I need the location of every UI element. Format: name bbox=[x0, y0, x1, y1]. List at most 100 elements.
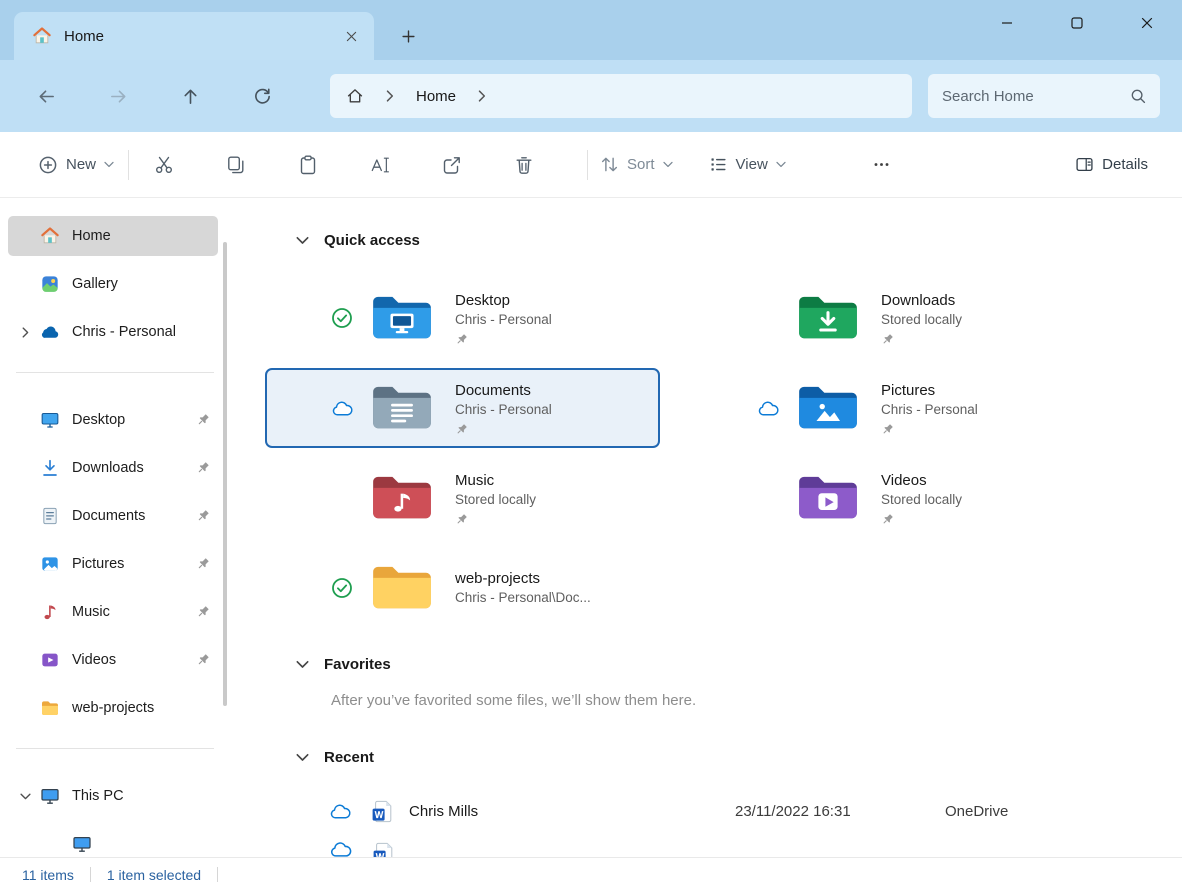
search-box[interactable]: Search Home bbox=[928, 74, 1160, 118]
details-button-label: Details bbox=[1102, 156, 1148, 173]
sidebar-item-this-pc[interactable]: This PC bbox=[8, 776, 218, 816]
titlebar: Home bbox=[0, 0, 1182, 60]
home-icon bbox=[32, 26, 52, 46]
file-tile-videos[interactable]: Videos Stored locally bbox=[691, 458, 1086, 538]
details-button[interactable]: Details bbox=[1075, 155, 1148, 174]
paste-button[interactable] bbox=[285, 142, 331, 188]
file-tile-downloads[interactable]: Downloads Stored locally bbox=[691, 278, 1086, 358]
section-quick-access: Quick access Desktop Chris - Personal bbox=[230, 226, 1182, 628]
pin-icon bbox=[196, 509, 210, 523]
file-tile-pictures[interactable]: Pictures Chris - Personal bbox=[691, 368, 1086, 448]
view-button[interactable]: View bbox=[709, 155, 786, 174]
sidebar-item-web-projects[interactable]: web-projects bbox=[8, 688, 218, 728]
cloud-status-icon bbox=[757, 397, 779, 419]
favorites-header[interactable]: Favorites bbox=[296, 650, 1182, 678]
sidebar-item-videos[interactable]: Videos bbox=[8, 640, 218, 680]
videos-icon bbox=[40, 650, 60, 670]
chevron-down-icon bbox=[296, 660, 309, 669]
back-button[interactable] bbox=[24, 74, 68, 118]
pin-icon bbox=[196, 653, 210, 667]
new-tab-button[interactable] bbox=[394, 22, 422, 50]
sidebar-item-downloads[interactable]: Downloads bbox=[8, 448, 218, 488]
window-body: Home Gallery Chris - Personal Desktop bbox=[0, 198, 1182, 857]
sidebar-item-music[interactable]: Music bbox=[8, 592, 218, 632]
up-button[interactable] bbox=[168, 74, 212, 118]
chevron-right-icon bbox=[386, 90, 394, 102]
status-placeholder bbox=[757, 487, 779, 509]
file-name: Desktop bbox=[455, 291, 552, 310]
toolbar-divider bbox=[587, 150, 588, 180]
trash-icon bbox=[514, 155, 534, 175]
file-name: web-projects bbox=[455, 569, 591, 588]
details-pane-icon bbox=[1075, 155, 1094, 174]
file-name: Pictures bbox=[881, 381, 978, 400]
copy-button[interactable] bbox=[213, 142, 259, 188]
file-tile-music[interactable]: Music Stored locally bbox=[265, 458, 660, 538]
cloud-status-icon bbox=[331, 397, 353, 419]
item-count: 11 items bbox=[22, 867, 74, 883]
chevron-right-icon[interactable] bbox=[10, 327, 40, 338]
rename-button[interactable] bbox=[357, 142, 403, 188]
status-placeholder bbox=[331, 487, 353, 509]
sidebar-item-onedrive-personal[interactable]: Chris - Personal bbox=[8, 312, 218, 352]
delete-button[interactable] bbox=[501, 142, 547, 188]
breadcrumb-segment-home[interactable]: Home bbox=[416, 88, 456, 105]
sidebar-item-desktop[interactable]: Desktop bbox=[8, 400, 218, 440]
recent-header[interactable]: Recent bbox=[296, 743, 1182, 771]
new-button[interactable]: New bbox=[38, 155, 114, 175]
sidebar-item-pictures[interactable]: Pictures bbox=[8, 544, 218, 584]
pin-icon bbox=[196, 557, 210, 571]
toolbar-divider bbox=[128, 150, 129, 180]
file-tile-desktop[interactable]: Desktop Chris - Personal bbox=[265, 278, 660, 358]
cut-button[interactable] bbox=[141, 142, 187, 188]
desktop-folder-icon bbox=[371, 293, 433, 343]
minimize-icon bbox=[1001, 17, 1013, 29]
sidebar-item-label: Desktop bbox=[72, 412, 196, 428]
maximize-icon bbox=[1071, 17, 1083, 29]
close-button[interactable] bbox=[1112, 0, 1182, 46]
view-icon bbox=[709, 155, 728, 174]
share-button[interactable] bbox=[429, 142, 475, 188]
tab-home[interactable]: Home bbox=[14, 12, 374, 60]
sidebar-scrollbar[interactable] bbox=[223, 242, 227, 706]
section-title: Quick access bbox=[324, 232, 420, 249]
file-tile-documents[interactable]: Documents Chris - Personal bbox=[265, 368, 660, 448]
sidebar-item-label: Music bbox=[72, 604, 196, 620]
more-options-button[interactable] bbox=[862, 145, 902, 185]
sidebar-item-partial[interactable] bbox=[40, 824, 218, 857]
folder-icon bbox=[40, 698, 60, 718]
pin-icon bbox=[455, 423, 468, 436]
chevron-down-icon bbox=[296, 753, 309, 762]
quick-access-header[interactable]: Quick access bbox=[296, 226, 1182, 254]
this-pc-icon bbox=[40, 786, 60, 806]
sync-complete-icon bbox=[331, 577, 353, 599]
refresh-button[interactable] bbox=[240, 74, 284, 118]
sidebar-item-home[interactable]: Home bbox=[8, 216, 218, 256]
forward-button[interactable] bbox=[96, 74, 140, 118]
sidebar-item-label: Chris - Personal bbox=[72, 324, 210, 340]
address-bar[interactable]: Home bbox=[330, 74, 912, 118]
file-tile-web-projects[interactable]: web-projects Chris - Personal\Doc... bbox=[265, 548, 660, 628]
recent-file-row-partial[interactable] bbox=[329, 841, 1182, 857]
pin-icon bbox=[455, 513, 468, 526]
sidebar-item-documents[interactable]: Documents bbox=[8, 496, 218, 536]
chevron-down-icon bbox=[663, 161, 673, 168]
file-subtitle: Chris - Personal bbox=[455, 401, 552, 419]
desktop-icon bbox=[40, 410, 60, 430]
window-controls bbox=[972, 0, 1182, 46]
sort-button-label: Sort bbox=[627, 156, 655, 173]
file-subtitle: Chris - Personal\Doc... bbox=[455, 589, 591, 607]
recent-file-row[interactable]: Chris Mills 23/11/2022 16:31 OneDrive bbox=[265, 787, 1182, 835]
downloads-folder-icon bbox=[797, 293, 859, 343]
maximize-button[interactable] bbox=[1042, 0, 1112, 46]
sort-button[interactable]: Sort bbox=[600, 155, 673, 174]
chevron-right-icon bbox=[478, 90, 486, 102]
music-folder-icon bbox=[371, 473, 433, 523]
chevron-down-icon[interactable] bbox=[10, 791, 40, 802]
plus-circle-icon bbox=[38, 155, 58, 175]
sidebar-item-gallery[interactable]: Gallery bbox=[8, 264, 218, 304]
search-placeholder: Search Home bbox=[942, 88, 1130, 105]
file-name: Music bbox=[455, 471, 536, 490]
tab-close-button[interactable] bbox=[336, 21, 366, 51]
minimize-button[interactable] bbox=[972, 0, 1042, 46]
